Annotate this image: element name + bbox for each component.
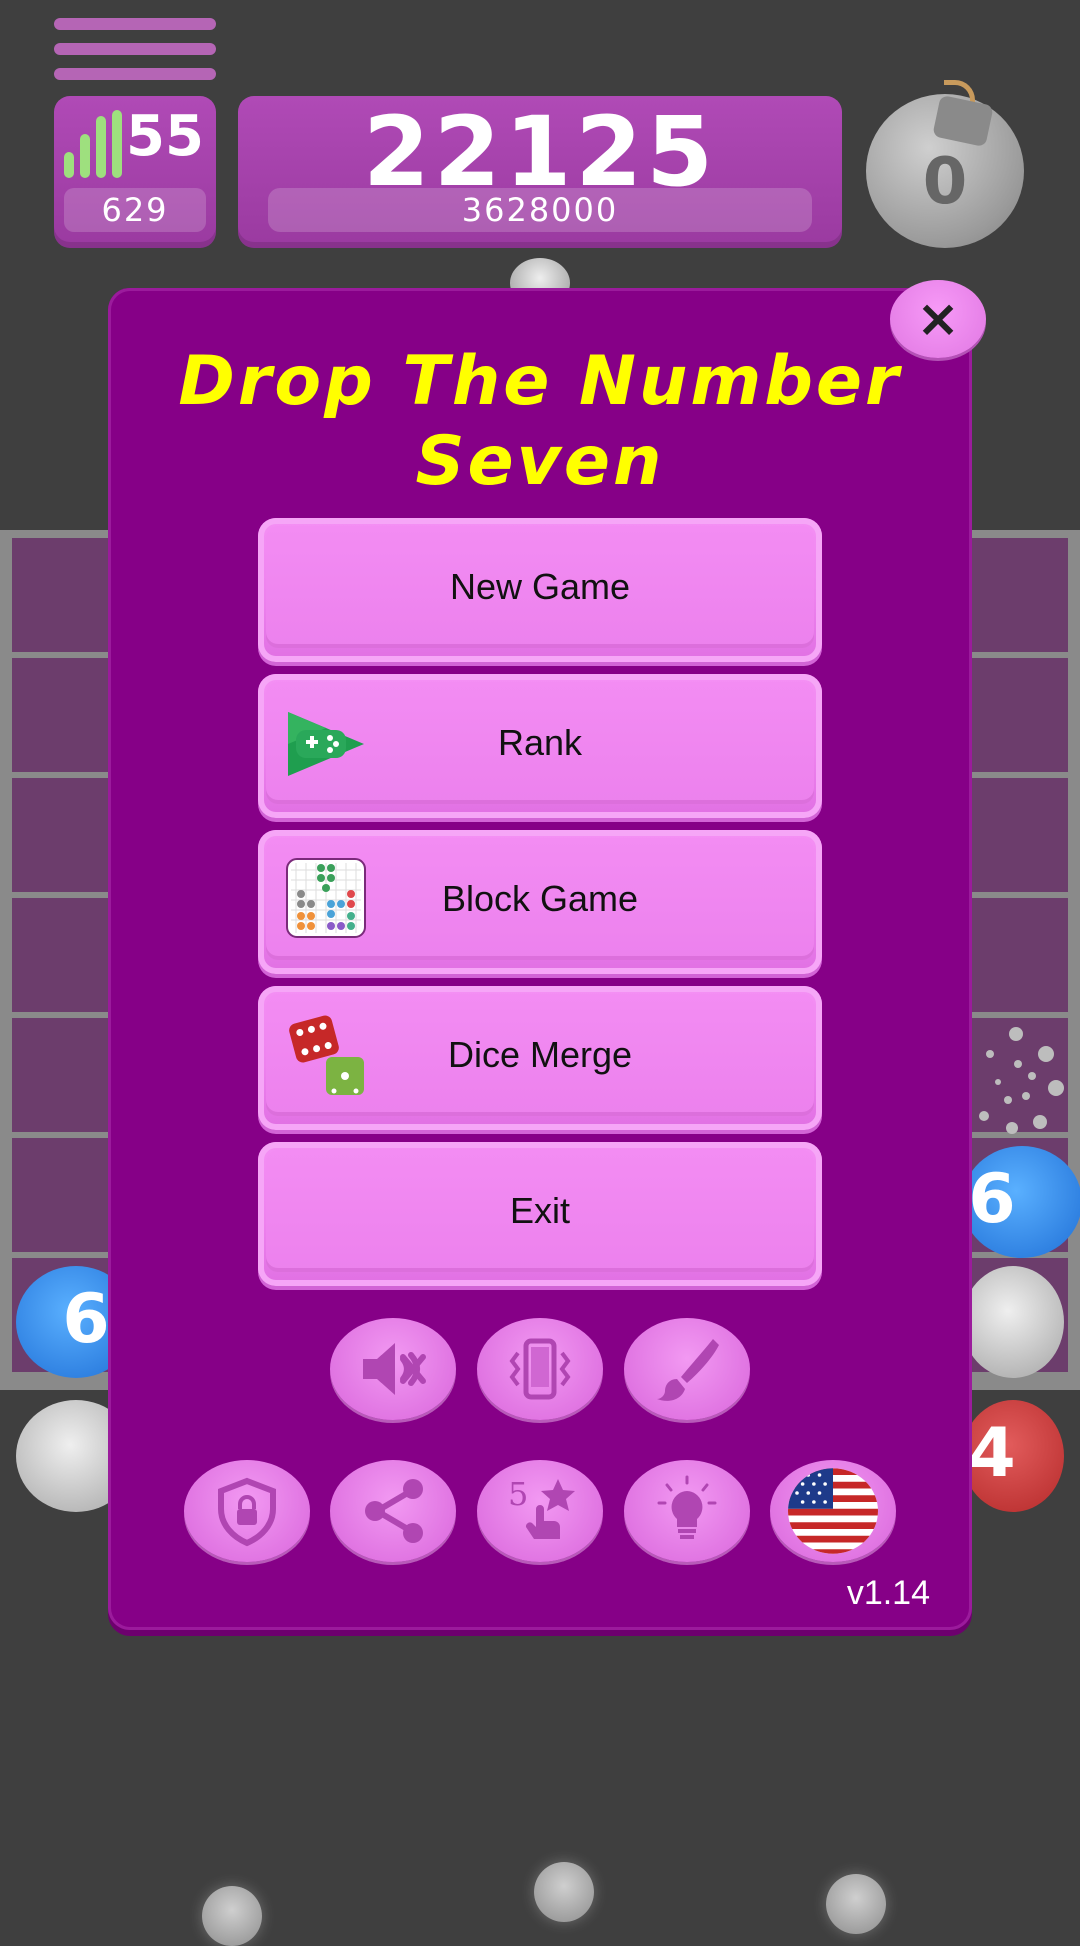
button-label: Block Game	[441, 878, 639, 919]
score-panel: 22125 3628000	[238, 96, 842, 248]
sound-toggle-button[interactable]	[330, 1318, 456, 1420]
privacy-button[interactable]	[184, 1460, 310, 1562]
ball-grey	[962, 1266, 1064, 1378]
level-number: 55	[126, 104, 204, 169]
exit-button[interactable]: Exit	[258, 1142, 822, 1286]
hint-button[interactable]	[624, 1460, 750, 1562]
bottom-indicator	[202, 1886, 262, 1946]
button-label: Exit	[509, 1190, 570, 1231]
share-button[interactable]	[330, 1460, 456, 1562]
theme-button[interactable]	[624, 1318, 750, 1420]
share-icon	[365, 1479, 423, 1543]
level-bars-icon	[64, 110, 124, 178]
vibration-icon	[509, 1338, 571, 1400]
svg-text:5: 5	[508, 1475, 528, 1513]
language-flag-icon	[788, 1468, 878, 1554]
sound-muted-icon	[363, 1343, 426, 1395]
bottom-indicator	[534, 1862, 594, 1922]
block-game-button[interactable]: Block Game	[258, 830, 822, 974]
rate-5-star-icon: 5	[508, 1475, 575, 1539]
button-label: Dice Merge	[447, 1034, 633, 1075]
privacy-shield-icon	[218, 1477, 276, 1547]
hint-bulb-icon	[657, 1475, 717, 1539]
level-panel: 55 629	[54, 96, 216, 248]
menu-hamburger-icon[interactable]	[54, 18, 216, 82]
version-label: v1.14	[846, 1574, 930, 1612]
sparkle-effect	[979, 1027, 1064, 1134]
theme-brush-icon	[657, 1339, 719, 1401]
button-label: Rank	[497, 722, 583, 763]
board-column-left	[12, 538, 122, 1378]
new-game-button[interactable]: New Game	[258, 518, 822, 662]
rate-button[interactable]: 5	[477, 1460, 603, 1562]
button-label: New Game	[449, 566, 631, 607]
current-score: 22125	[363, 96, 717, 208]
bottom-indicator	[826, 1874, 886, 1934]
game-title: Drop The Number Seven	[178, 342, 902, 501]
level-progress: 629	[64, 188, 206, 232]
bomb-count: 0	[922, 145, 968, 219]
dice-merge-button[interactable]: Dice Merge	[258, 986, 822, 1130]
rank-button[interactable]: Rank	[258, 674, 822, 818]
vibration-toggle-button[interactable]	[477, 1318, 603, 1420]
language-button[interactable]	[770, 1460, 896, 1562]
best-score: 3628000	[268, 188, 812, 232]
